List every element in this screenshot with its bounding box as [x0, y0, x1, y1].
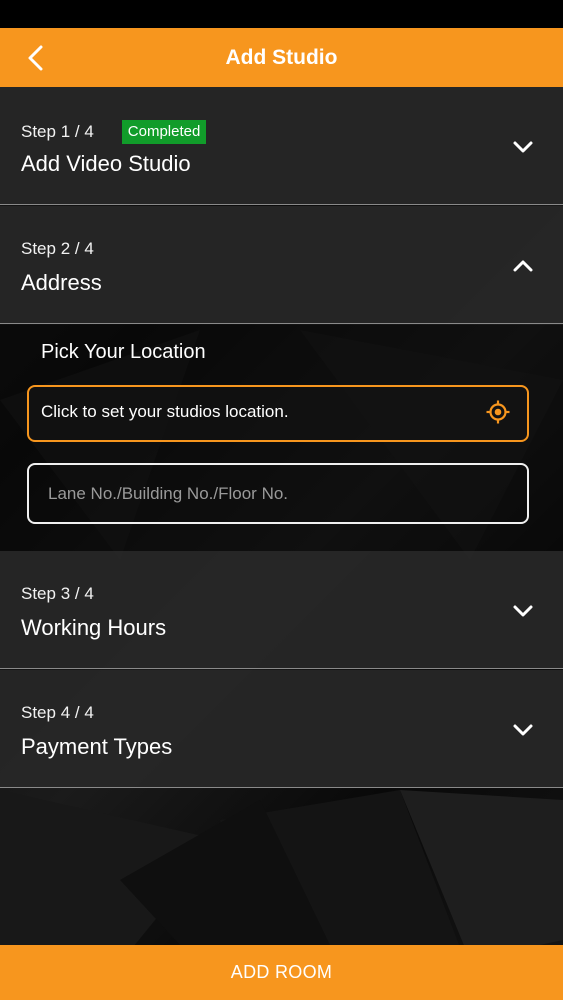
page-title: Add Studio [225, 45, 338, 69]
chevron-down-icon[interactable] [511, 718, 535, 742]
back-button[interactable] [18, 40, 54, 76]
nav-bar: Add Studio [0, 28, 563, 87]
set-location-field[interactable]: Click to set your studios location. [27, 385, 529, 442]
pick-location-label: Pick Your Location [41, 341, 206, 363]
step-4-label: Step 4 / 4 [21, 703, 94, 722]
chevron-left-icon [28, 45, 43, 71]
step-3-title: Working Hours [21, 615, 167, 640]
step-3-label: Step 3 / 4 [21, 584, 94, 603]
step-2-title: Address [21, 270, 102, 295]
address-panel: Pick Your Location Click to set your stu… [0, 325, 563, 551]
add-room-button[interactable]: ADD ROOM [0, 945, 563, 1000]
address-detail-input[interactable] [27, 463, 529, 524]
step-1-title: Add Video Studio [21, 151, 191, 176]
step-1-label: Step 1 / 4 [21, 122, 94, 141]
chevron-up-icon[interactable] [511, 254, 535, 278]
step-4-header[interactable]: Step 4 / 4 Payment Types [0, 670, 563, 788]
step-4-title: Payment Types [21, 734, 173, 759]
target-location-icon[interactable] [485, 399, 511, 425]
chevron-down-icon[interactable] [511, 599, 535, 623]
step-3-header[interactable]: Step 3 / 4 Working Hours [0, 551, 563, 669]
set-location-text: Click to set your studios location. [41, 402, 289, 421]
step-2-label: Step 2 / 4 [21, 239, 94, 258]
status-bar [0, 0, 563, 28]
add-room-label: ADD ROOM [230, 962, 333, 982]
completed-badge: Completed [121, 120, 207, 144]
chevron-down-icon[interactable] [511, 135, 535, 159]
step-1-header[interactable]: Step 1 / 4 Completed Add Video Studio [0, 87, 563, 205]
step-2-header[interactable]: Step 2 / 4 Address [0, 206, 563, 324]
